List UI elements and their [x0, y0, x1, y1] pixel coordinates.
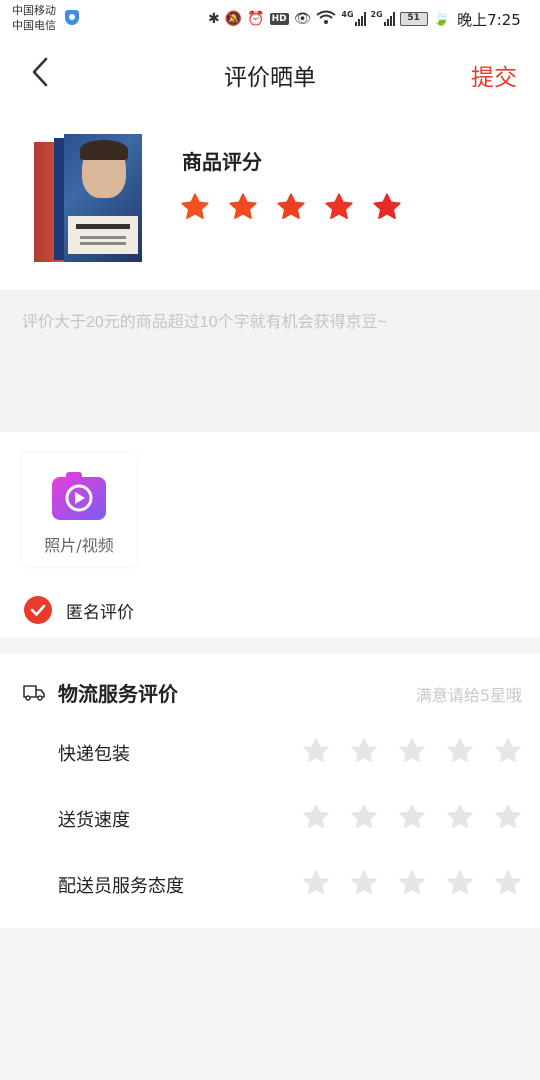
star-empty-icon[interactable]	[302, 737, 330, 765]
checkbox-checked-icon[interactable]	[24, 596, 52, 624]
logistics-hint: 满意请给5星哦	[415, 686, 522, 705]
carrier-1: 中国移动	[12, 4, 56, 17]
star-empty-icon[interactable]	[446, 737, 474, 765]
truck-icon	[23, 685, 45, 701]
star-empty-icon[interactable]	[398, 737, 426, 765]
anonymous-review-toggle[interactable]: 匿名评价	[24, 596, 134, 624]
mute-icon: 🔕	[224, 11, 243, 27]
clock: 晚上7:25	[457, 10, 521, 29]
product-rating-label: 商品评分	[182, 150, 262, 174]
product-rating-stars	[180, 192, 402, 222]
leaf-icon: 🍃	[432, 11, 451, 27]
signal-icon-2	[383, 12, 395, 26]
status-bar: 中国移动 中国电信 ✱ 🔕 ⏰ HD 👁 4G 2G 51 🍃 晚上7:25	[0, 0, 540, 38]
product-image[interactable]	[34, 134, 142, 266]
star-empty-icon[interactable]	[398, 869, 426, 897]
hd-badge: HD	[269, 13, 289, 25]
logistics-title: 物流服务评价	[58, 682, 178, 706]
eye-icon: 👁	[293, 11, 312, 27]
star-empty-icon[interactable]	[350, 737, 378, 765]
comment-section	[0, 290, 540, 432]
product-section: 商品评分	[0, 110, 540, 290]
network-2g-label: 2G	[370, 9, 383, 19]
service-row-packaging: 快递包装	[0, 730, 540, 774]
signal-icon-1	[354, 12, 366, 26]
carrier-info: 中国移动 中国电信	[12, 3, 56, 33]
alarm-icon: ⏰	[247, 11, 265, 27]
nav-bar: 评价晒单 提交	[0, 38, 540, 110]
service-rating-stars	[302, 803, 522, 831]
battery-icon: 51	[399, 12, 428, 26]
star-empty-icon[interactable]	[446, 869, 474, 897]
star-empty-icon[interactable]	[446, 803, 474, 831]
wifi-icon	[316, 10, 337, 28]
media-section: 照片/视频 匿名评价	[0, 432, 540, 638]
star-filled-icon[interactable]	[228, 192, 258, 222]
star-empty-icon[interactable]	[302, 803, 330, 831]
service-rating-stars	[302, 737, 522, 765]
page-title: 评价晒单	[224, 65, 316, 91]
comment-input[interactable]	[22, 308, 518, 418]
star-empty-icon[interactable]	[302, 869, 330, 897]
star-filled-icon[interactable]	[276, 192, 306, 222]
star-filled-icon[interactable]	[372, 192, 402, 222]
camera-video-icon	[52, 472, 106, 520]
service-row-speed: 送货速度	[0, 796, 540, 840]
status-icons: ✱ 🔕 ⏰ HD 👁 4G 2G 51 🍃 晚上7:25	[208, 8, 521, 30]
star-empty-icon[interactable]	[350, 803, 378, 831]
carrier-2: 中国电信	[12, 19, 56, 32]
star-empty-icon[interactable]	[494, 737, 522, 765]
star-filled-icon[interactable]	[180, 192, 210, 222]
network-4g-label: 4G	[341, 9, 354, 19]
upload-media-button[interactable]: 照片/视频	[22, 454, 136, 566]
bluetooth-icon: ✱	[208, 11, 220, 27]
shield-icon	[65, 10, 79, 25]
anonymous-review-label: 匿名评价	[66, 602, 134, 623]
service-rating-stars	[302, 869, 522, 897]
submit-button[interactable]: 提交	[471, 58, 517, 92]
service-label: 配送员服务态度	[58, 876, 184, 897]
upload-media-label: 照片/视频	[44, 536, 114, 555]
star-empty-icon[interactable]	[494, 869, 522, 897]
star-filled-icon[interactable]	[324, 192, 354, 222]
star-empty-icon[interactable]	[494, 803, 522, 831]
star-empty-icon[interactable]	[350, 869, 378, 897]
logistics-section: 物流服务评价 满意请给5星哦 快递包装 送货速度 配送员服务态度	[0, 654, 540, 928]
service-label: 送货速度	[58, 810, 130, 831]
service-label: 快递包装	[58, 744, 130, 765]
star-empty-icon[interactable]	[398, 803, 426, 831]
service-row-courier: 配送员服务态度	[0, 862, 540, 906]
